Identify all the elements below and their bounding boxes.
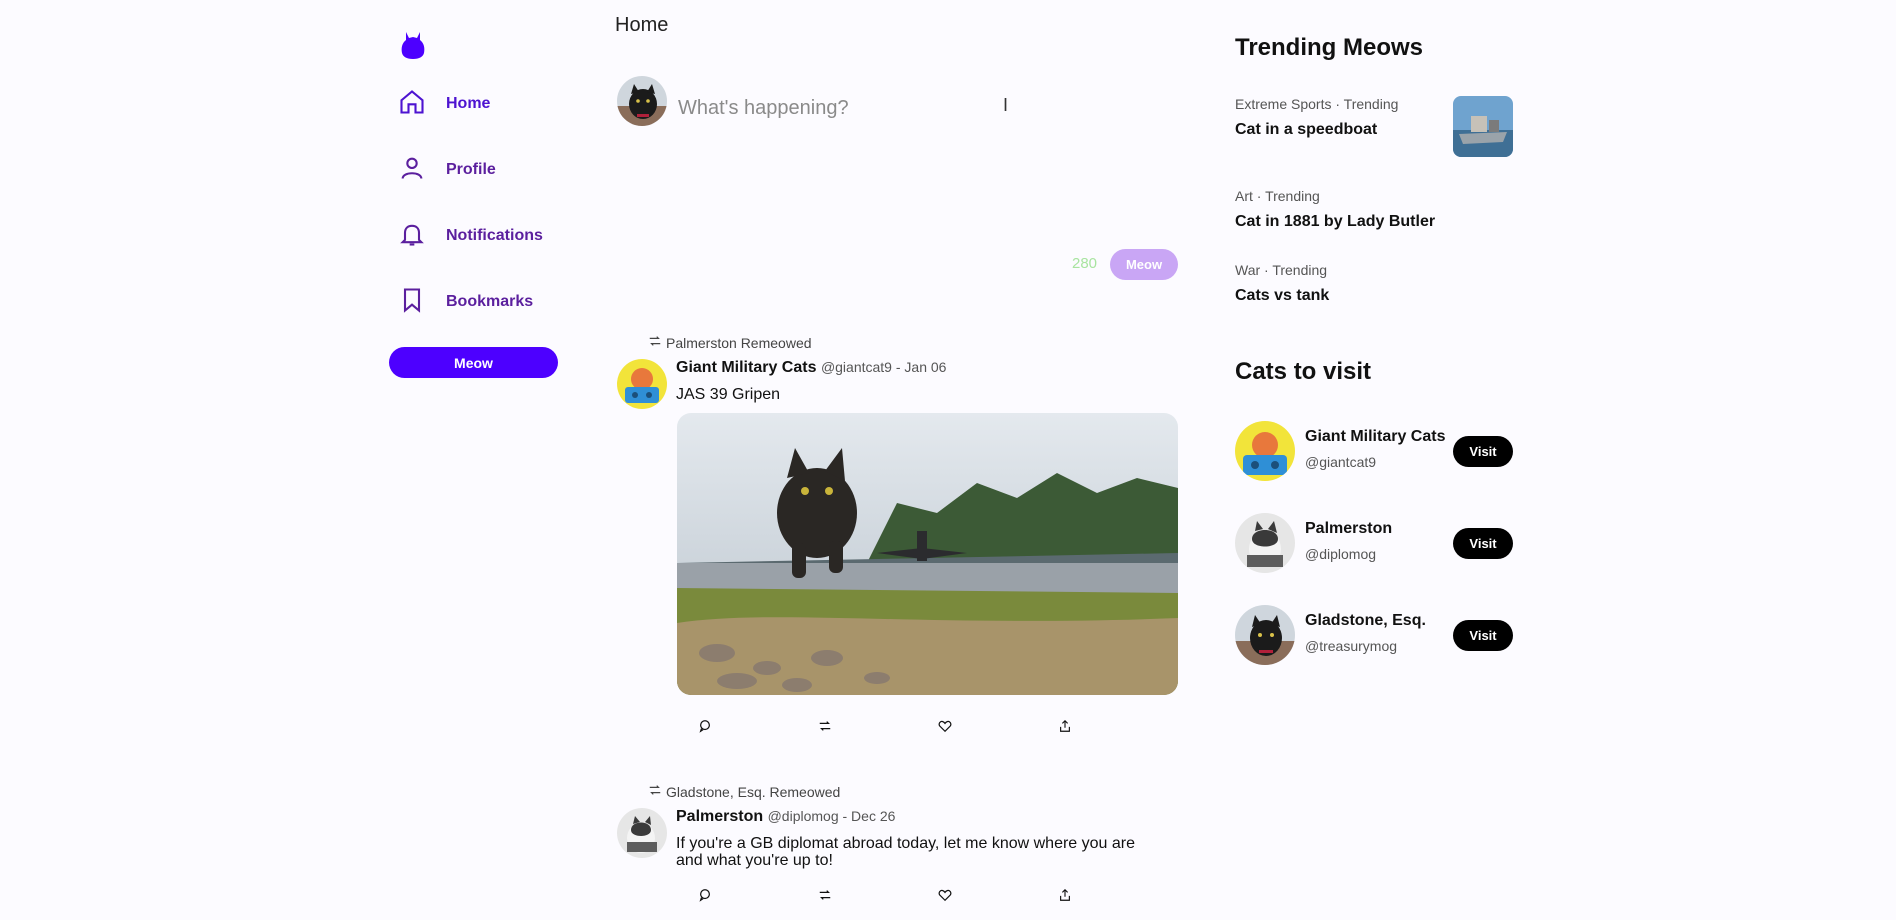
char-counter: 280	[1072, 255, 1098, 272]
trend-thumbnail	[1453, 96, 1513, 157]
visit-item-info: Giant Military Cats @giantcat9	[1305, 428, 1445, 470]
bell-icon	[398, 220, 426, 253]
nav-item-bookmarks[interactable]: Bookmarks	[398, 284, 533, 320]
visit-avatar[interactable]	[1235, 605, 1295, 665]
visit-avatar[interactable]	[1235, 513, 1295, 573]
post-header: Giant Military Cats @giantcat9 - Jan 06	[676, 359, 946, 377]
visit-handle: @giantcat9	[1305, 454, 1377, 470]
compose-input[interactable]	[676, 92, 1000, 124]
visit-handle: @diplomog	[1305, 546, 1377, 562]
post-text: If you're a GB diplomat abroad today, le…	[676, 835, 1135, 869]
repost-icon	[648, 783, 666, 800]
nav-label: Bookmarks	[446, 293, 534, 310]
comment-icon	[698, 889, 712, 906]
post-header: Palmerston @diplomog - Dec 26	[676, 808, 895, 826]
visit-title: Cats to visit	[1235, 358, 1372, 385]
reply-button[interactable]	[698, 719, 712, 733]
visit-avatar[interactable]	[1235, 421, 1295, 481]
nav-item-notifications[interactable]: Notifications	[398, 218, 543, 254]
meow-button[interactable]: Meow	[389, 347, 558, 378]
like-button[interactable]	[938, 719, 952, 733]
bookmark-icon	[398, 286, 426, 319]
home-icon	[398, 88, 426, 121]
heart-icon	[938, 720, 952, 737]
remeow-button[interactable]	[818, 719, 832, 733]
post-meta: @giantcat9 - Jan 06	[820, 359, 947, 375]
text-cursor-icon: I	[1003, 95, 1009, 115]
share-button[interactable]	[1058, 719, 1072, 733]
remeow-indicator: Gladstone, Esq. Remeowed	[648, 783, 840, 800]
remeow-indicator: Palmerston Remeowed	[648, 334, 812, 351]
compose-meow-button[interactable]: Meow	[1110, 249, 1178, 280]
share-icon	[1058, 888, 1072, 906]
user-icon	[398, 154, 426, 187]
nav-label: Notifications	[446, 227, 543, 244]
visit-name[interactable]: Giant Military Cats	[1305, 428, 1445, 446]
nav-label: Profile	[446, 161, 496, 178]
remeow-button[interactable]	[818, 888, 832, 902]
trend-category: War · Trending	[1235, 262, 1328, 278]
trend-category: Extreme Sports · Trending	[1235, 96, 1399, 112]
page-title: Home	[615, 14, 669, 36]
trending-title: Trending Meows	[1235, 34, 1424, 61]
visit-name[interactable]: Gladstone, Esq.	[1305, 612, 1426, 630]
trend-item[interactable]: Art · Trending Cat in 1881 by Lady Butle…	[1235, 188, 1435, 231]
visit-item-info: Gladstone, Esq. @treasurymog	[1305, 612, 1426, 654]
share-icon	[1058, 719, 1072, 737]
trend-category: Art · Trending	[1235, 188, 1320, 204]
remeow-text: Palmerston Remeowed	[666, 334, 812, 351]
post-text: JAS 39 Gripen	[676, 386, 781, 403]
like-button[interactable]	[938, 888, 952, 902]
post-avatar[interactable]	[617, 359, 667, 409]
post-meta: @diplomog - Dec 26	[767, 808, 896, 824]
nav-item-home[interactable]: Home	[398, 86, 490, 122]
nav-item-profile[interactable]: Profile	[398, 152, 496, 188]
visit-name[interactable]: Palmerston	[1305, 520, 1392, 538]
nav-label: Home	[446, 95, 491, 112]
trend-item[interactable]: Extreme Sports · Trending Cat in a speed…	[1235, 96, 1398, 139]
visit-button[interactable]: Visit	[1453, 620, 1513, 651]
user-avatar[interactable]	[617, 76, 667, 126]
trend-title: Cats vs tank	[1235, 287, 1330, 304]
post-image[interactable]	[677, 413, 1178, 695]
reply-button[interactable]	[698, 888, 712, 902]
post-author-name[interactable]: Palmerston	[676, 808, 763, 825]
comment-icon	[698, 720, 712, 737]
remeow-text: Gladstone, Esq. Remeowed	[666, 783, 841, 800]
visit-handle: @treasurymog	[1305, 638, 1398, 654]
heart-icon	[938, 889, 952, 906]
repost-icon	[818, 889, 832, 906]
trend-title: Cat in a speedboat	[1235, 121, 1378, 138]
share-button[interactable]	[1058, 888, 1072, 902]
repost-icon	[818, 720, 832, 737]
visit-item-info: Palmerston @diplomog	[1305, 520, 1392, 562]
trend-item[interactable]: War · Trending Cats vs tank	[1235, 262, 1329, 305]
repost-icon	[648, 334, 666, 351]
trend-title: Cat in 1881 by Lady Butler	[1235, 213, 1436, 230]
visit-button[interactable]: Visit	[1453, 528, 1513, 559]
post-author-name[interactable]: Giant Military Cats	[676, 359, 816, 376]
cat-logo-icon[interactable]	[400, 28, 426, 60]
post-avatar[interactable]	[617, 808, 667, 858]
visit-button[interactable]: Visit	[1453, 436, 1513, 467]
